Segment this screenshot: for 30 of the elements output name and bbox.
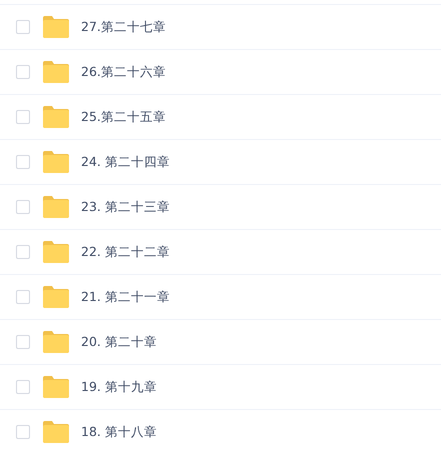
checkbox[interactable] [16, 380, 30, 394]
folder-icon [43, 421, 69, 443]
folder-name[interactable]: 25.第二十五章 [81, 108, 166, 126]
folder-icon [43, 151, 69, 173]
folder-name[interactable]: 24. 第二十四章 [81, 152, 170, 172]
checkbox[interactable] [16, 200, 30, 214]
checkbox[interactable] [16, 65, 30, 79]
folder-name[interactable]: 19. 第十九章 [81, 378, 157, 396]
folder-icon [43, 241, 69, 263]
folder-icon [43, 331, 69, 353]
folder-name[interactable]: 27.第二十七章 [81, 18, 166, 36]
folder-name[interactable]: 18. 第十八章 [81, 422, 157, 442]
checkbox[interactable] [16, 290, 30, 304]
checkbox[interactable] [16, 425, 30, 439]
folder-icon [43, 376, 69, 398]
folder-name[interactable]: 21. 第二十一章 [81, 288, 170, 306]
folder-name[interactable]: 23. 第二十三章 [81, 198, 170, 216]
checkbox[interactable] [16, 245, 30, 259]
checkbox[interactable] [16, 155, 30, 169]
folder-name[interactable]: 20. 第二十章 [81, 332, 157, 352]
checkbox[interactable] [16, 20, 30, 34]
folder-icon [43, 16, 69, 38]
folder-icon [43, 61, 69, 83]
checkbox[interactable] [16, 110, 30, 124]
checkbox[interactable] [16, 335, 30, 349]
folder-icon [43, 196, 69, 218]
folder-icon [43, 286, 69, 308]
folder-icon [43, 106, 69, 128]
folder-name[interactable]: 26.第二十六章 [81, 62, 166, 82]
folder-name[interactable]: 22. 第二十二章 [81, 242, 170, 262]
